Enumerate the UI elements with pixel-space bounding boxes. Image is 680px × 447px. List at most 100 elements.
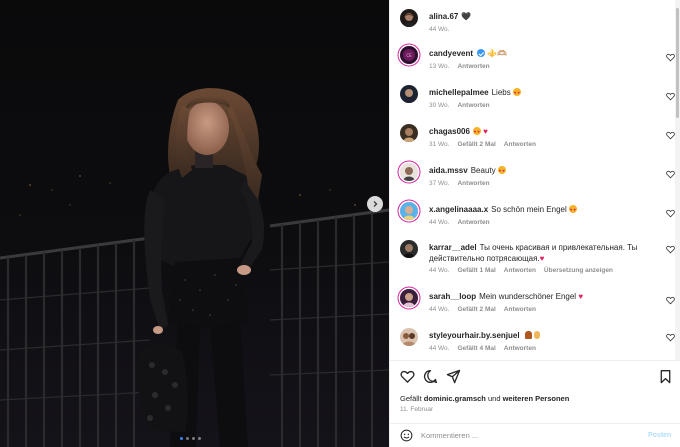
post-comment-button[interactable]: Posten [648,432,671,439]
chevron-right-icon [373,201,378,207]
comment-likes[interactable]: Gefällt 4 Mal [457,345,495,352]
comment-meta: 44 Wo. Gefällt 1 Mal Antworten Übersetzu… [429,267,613,274]
caption-meta: 44 Wo. [429,26,449,33]
comment-text: chagas006 ♥ [429,126,657,137]
comment-text: styleyourhair.by.senjuel [429,330,657,341]
reply-button[interactable]: Antworten [457,180,489,187]
comment-username[interactable]: styleyourhair.by.senjuel [429,331,520,340]
like-comment-heart-icon[interactable] [666,296,675,305]
comments-scrollbar[interactable] [675,0,680,360]
comment-meta: 31 Wo. Gefällt 2 Mal Antworten [429,141,536,148]
liked-others-link[interactable]: weiteren Personen [503,394,570,403]
comment-likes[interactable]: Gefällt 1 Mal [457,267,495,274]
comment-username[interactable]: chagas006 [429,127,470,136]
post-actions: Gefällt dominic.gramsch und weiteren Per… [390,360,680,420]
red-heart-emoji: ♥ [539,254,545,263]
reply-button[interactable]: Antworten [504,306,536,313]
post-photo [0,88,389,447]
like-comment-heart-icon[interactable] [666,333,675,342]
red-heart-emoji: ♥ [483,127,488,136]
bookmark-icon[interactable] [658,369,673,384]
like-comment-heart-icon[interactable] [666,92,675,101]
show-translation-button[interactable]: Übersetzung anzeigen [544,267,613,274]
reply-button[interactable]: Antworten [457,219,489,226]
comment-username[interactable]: x.angelinaaaa.x [429,205,488,214]
comment-time[interactable]: 31 Wo. [429,141,449,148]
comment-text: aida.mssv Beauty [429,165,657,176]
avatar[interactable] [400,163,418,181]
paper-plane-icon[interactable] [446,369,461,384]
like-comment-heart-icon[interactable] [666,209,675,218]
avatar[interactable] [400,124,418,142]
comment-username[interactable]: aida.mssv [429,166,468,175]
heart-eyes-emoji [512,87,521,98]
comment-text: michellepalmee Liebs [429,87,657,98]
liked-prefix: Gefällt [400,394,422,403]
comment-meta: 13 Wo. Antworten [429,63,490,70]
verified-badge-icon [477,49,486,57]
carousel-dot [180,437,183,440]
carousel-dot [198,437,201,440]
comment-meta: 30 Wo. Antworten [429,102,490,109]
like-comment-heart-icon[interactable] [666,170,675,179]
comment-time[interactable]: 44 Wo. [429,345,449,352]
comment-username[interactable]: sarah__loop [429,292,476,301]
comment-username[interactable]: michellepalmee [429,88,489,97]
caption-username[interactable]: alina.67 [429,12,458,21]
reply-button[interactable]: Antworten [457,63,489,70]
avatar[interactable] [400,202,418,220]
reply-button[interactable]: Antworten [504,345,536,352]
caption-time[interactable]: 44 Wo. [429,26,449,33]
comment-time[interactable]: 44 Wo. [429,267,449,274]
comment-time[interactable]: 44 Wo. [429,306,449,313]
avatar[interactable] [400,328,418,346]
comments-pane: alina.67 🖤 44 Wo. CE candyevent ⚜️🫶🏼 13 W… [389,0,680,447]
caption-text: alina.67 🖤 [429,11,657,22]
reply-button[interactable]: Antworten [457,102,489,109]
comment-body: Mein wunderschöner Engel [479,292,577,301]
comment-meta: 44 Wo. Gefällt 2 Mal Antworten [429,306,536,313]
comment-time[interactable]: 13 Wo. [429,63,449,70]
comment-bubble-icon[interactable] [423,369,438,384]
post-media[interactable] [0,0,389,447]
like-comment-heart-icon[interactable] [666,131,675,140]
reply-button[interactable]: Antworten [504,267,536,274]
comment-body: Liebs [491,88,511,97]
hand-emoji [534,331,541,339]
heart-eyes-emoji [497,165,506,176]
comment-username[interactable]: karrar__adel [429,243,477,252]
comment-body: So schön mein Engel [491,205,567,214]
comment-meta: 44 Wo. Gefällt 4 Mal Antworten [429,345,536,352]
comment-list[interactable]: alina.67 🖤 44 Wo. CE candyevent ⚜️🫶🏼 13 W… [390,0,680,360]
add-comment-bar: Posten [390,423,680,447]
next-slide-button[interactable] [367,196,383,212]
comment-input[interactable] [421,428,641,443]
liked-and: und [487,394,501,403]
smiley-icon[interactable] [400,429,413,442]
reply-button[interactable]: Antworten [504,141,536,148]
comment-text: x.angelinaaaa.x So schön mein Engel [429,204,657,215]
comment-time[interactable]: 30 Wo. [429,102,449,109]
black-heart-emoji: 🖤 [461,12,472,21]
liked-user-link[interactable]: dominic.gramsch [424,394,486,403]
carousel-dot [192,437,195,440]
comment-meta: 37 Wo. Antworten [429,180,490,187]
scrollbar-thumb[interactable] [676,8,679,118]
comment-time[interactable]: 44 Wo. [429,219,449,226]
like-comment-heart-icon[interactable] [666,53,675,62]
likes-summary: Gefällt dominic.gramsch und weiteren Per… [400,394,569,403]
carousel-indicator [180,437,201,440]
comment-username[interactable]: candyevent [429,49,473,58]
comment-likes[interactable]: Gefällt 2 Mal [457,141,495,148]
avatar[interactable]: CE [400,46,418,64]
heart-eyes-emoji [569,204,577,215]
avatar[interactable] [400,85,418,103]
avatar[interactable] [400,9,418,27]
avatar[interactable] [400,240,418,258]
heart-outline-icon[interactable] [400,369,415,384]
comment-time[interactable]: 37 Wo. [429,180,449,187]
comment-likes[interactable]: Gefällt 2 Mal [457,306,495,313]
avatar[interactable] [400,289,418,307]
like-comment-heart-icon[interactable] [666,245,675,254]
post-date[interactable]: 11. Februar [400,406,433,413]
